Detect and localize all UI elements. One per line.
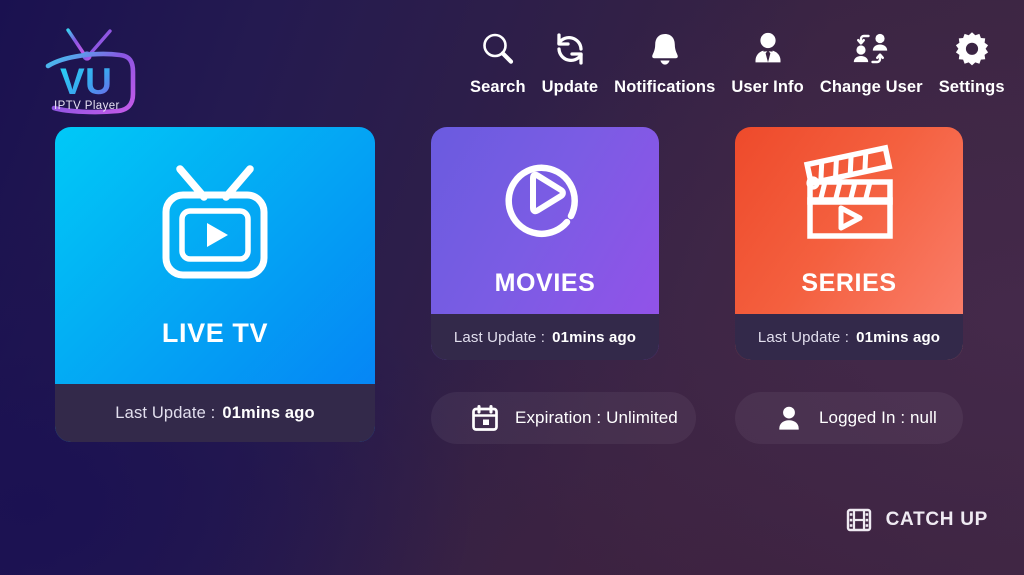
card-series-footer: Last Update : 01mins ago [735,314,963,360]
film-strip-icon [846,507,872,533]
card-movies-body: MOVIES [431,127,659,314]
card-series-footer-value: 01mins ago [856,328,941,346]
card-series-footer-label: Last Update : [757,328,850,346]
nav-item-settings[interactable]: Settings [931,26,1013,97]
nav-item-change-user[interactable]: Change User [812,26,931,97]
nav-label-update: Update [541,78,599,96]
catch-up-button[interactable]: CATCH UP [846,507,988,533]
nav-label-search: Search [470,78,526,96]
expiration-pill[interactable]: Expiration : Unlimited [431,392,696,444]
card-movies-footer-value: 01mins ago [552,328,637,346]
nav-item-user-info[interactable]: User Info [723,26,811,97]
user-tie-icon [749,26,787,72]
user-icon [775,404,803,432]
card-movies-footer: Last Update : 01mins ago [431,314,659,360]
search-icon [478,26,518,72]
card-live-tv-body: LIVE TV [55,127,375,384]
logged-in-text: Logged In : null [819,408,937,427]
tv-play-icon [150,157,280,298]
circle-play-icon [493,144,597,253]
app-logo[interactable]: VU IPTV Player [34,22,144,118]
card-series-title: SERIES [801,268,897,297]
card-live-tv-footer-label: Last Update : [115,403,216,422]
nav-label-settings: Settings [938,78,1005,96]
card-movies-title: MOVIES [494,268,596,297]
card-series[interactable]: SERIES Last Update : 01mins ago [735,127,963,360]
svg-text:IPTV Player: IPTV Player [54,100,120,112]
card-series-body: SERIES [735,127,963,314]
swap-users-icon [849,26,893,72]
gear-icon [952,26,992,72]
top-navigation: Search Update Notifications User Info Ch… [462,26,1013,97]
logged-in-pill[interactable]: Logged In : null [735,392,963,444]
calendar-icon [471,404,499,432]
card-live-tv[interactable]: LIVE TV Last Update : 01mins ago [55,127,375,442]
nav-item-search[interactable]: Search [462,26,534,97]
card-movies[interactable]: MOVIES Last Update : 01mins ago [431,127,659,360]
refresh-icon [549,26,591,72]
nav-item-update[interactable]: Update [534,26,607,97]
card-live-tv-title: LIVE TV [161,317,269,348]
expiration-text: Expiration : Unlimited [515,408,678,427]
card-live-tv-footer-value: 01mins ago [222,403,315,422]
clapperboard-play-icon [794,144,904,253]
nav-label-notifications: Notifications [614,78,716,96]
bell-icon [646,26,684,72]
catch-up-label: CATCH UP [885,509,988,530]
card-live-tv-footer: Last Update : 01mins ago [55,384,375,442]
nav-label-change-user: Change User [819,78,923,96]
tv-logo-icon: VU IPTV Player [45,28,136,115]
nav-label-user-info: User Info [731,78,804,96]
card-movies-footer-label: Last Update : [453,328,546,346]
nav-item-notifications[interactable]: Notifications [606,26,723,97]
svg-text:VU: VU [60,61,112,102]
